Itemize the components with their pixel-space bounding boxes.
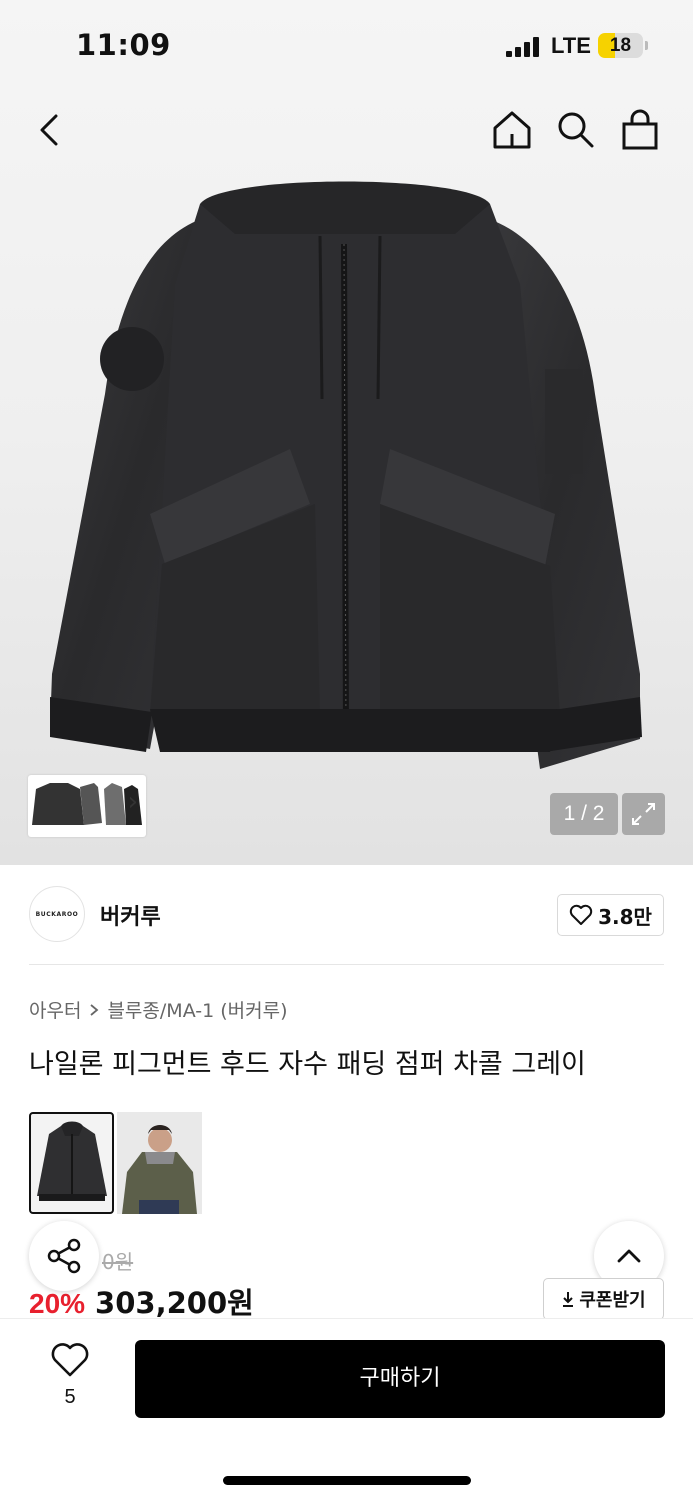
original-price: 0원 <box>102 1250 134 1274</box>
home-icon[interactable] <box>490 108 534 152</box>
jacket-product-image <box>50 181 642 769</box>
color-option-charcoal[interactable] <box>29 1112 114 1214</box>
option-thumbnail-image <box>37 1121 107 1201</box>
status-time: 11:09 <box>76 28 171 62</box>
sale-price: 303,200원 <box>95 1286 254 1320</box>
breadcrumb: 아우터 블루종/MA-1 (버커루) <box>29 996 288 1023</box>
brand-like-count: 3.8만 <box>598 904 652 929</box>
breadcrumb-subcategory[interactable]: 블루종/MA-1 (버커루) <box>107 996 287 1023</box>
discount-rate: 20% <box>29 1288 86 1319</box>
coupon-button[interactable]: 쿠폰받기 <box>543 1278 664 1320</box>
status-bar: 11:09 LTE 18 <box>0 0 693 92</box>
share-button[interactable] <box>29 1221 99 1291</box>
chevron-right-icon <box>90 1003 99 1016</box>
coupon-label: 쿠폰받기 <box>579 1290 646 1311</box>
heart-icon <box>51 1343 89 1377</box>
option-thumbnail-image <box>117 1112 202 1214</box>
product-image-gallery[interactable]: 11:09 LTE 18 › 1 / 2 <box>0 0 693 865</box>
download-icon <box>563 1292 574 1307</box>
back-arrow-icon[interactable] <box>28 108 72 152</box>
network-type: LTE <box>551 33 591 58</box>
color-option-model[interactable] <box>117 1112 202 1214</box>
brand-like-button[interactable]: 3.8만 <box>557 894 664 936</box>
heart-icon <box>569 904 593 925</box>
expand-icon <box>632 803 655 825</box>
breadcrumb-category[interactable]: 아우터 <box>29 996 81 1023</box>
shopping-bag-icon[interactable] <box>618 108 662 152</box>
thumbnail-more-icon[interactable]: › <box>128 787 138 817</box>
battery-tip <box>645 41 648 50</box>
expand-image-button[interactable] <box>622 793 665 835</box>
brand-logo[interactable]: BUCKAROO <box>29 886 85 942</box>
home-indicator[interactable] <box>223 1476 471 1485</box>
buy-button[interactable]: 구매하기 <box>135 1340 665 1418</box>
share-icon <box>47 1238 81 1274</box>
signal-icon <box>506 37 542 57</box>
divider <box>29 964 664 965</box>
wishlist-count: 5 <box>64 1386 76 1408</box>
image-thumbnail-strip[interactable]: › <box>28 775 146 837</box>
wishlist-button[interactable]: 5 <box>40 1342 100 1412</box>
product-title: 나일론 피그먼트 후드 자수 패딩 점퍼 차콜 그레이 <box>29 1049 586 1080</box>
image-page-indicator: 1 / 2 <box>550 793 618 835</box>
battery-icon: 18 <box>598 33 643 58</box>
brand-name[interactable]: 버커루 <box>100 899 161 931</box>
search-icon[interactable] <box>554 108 598 152</box>
